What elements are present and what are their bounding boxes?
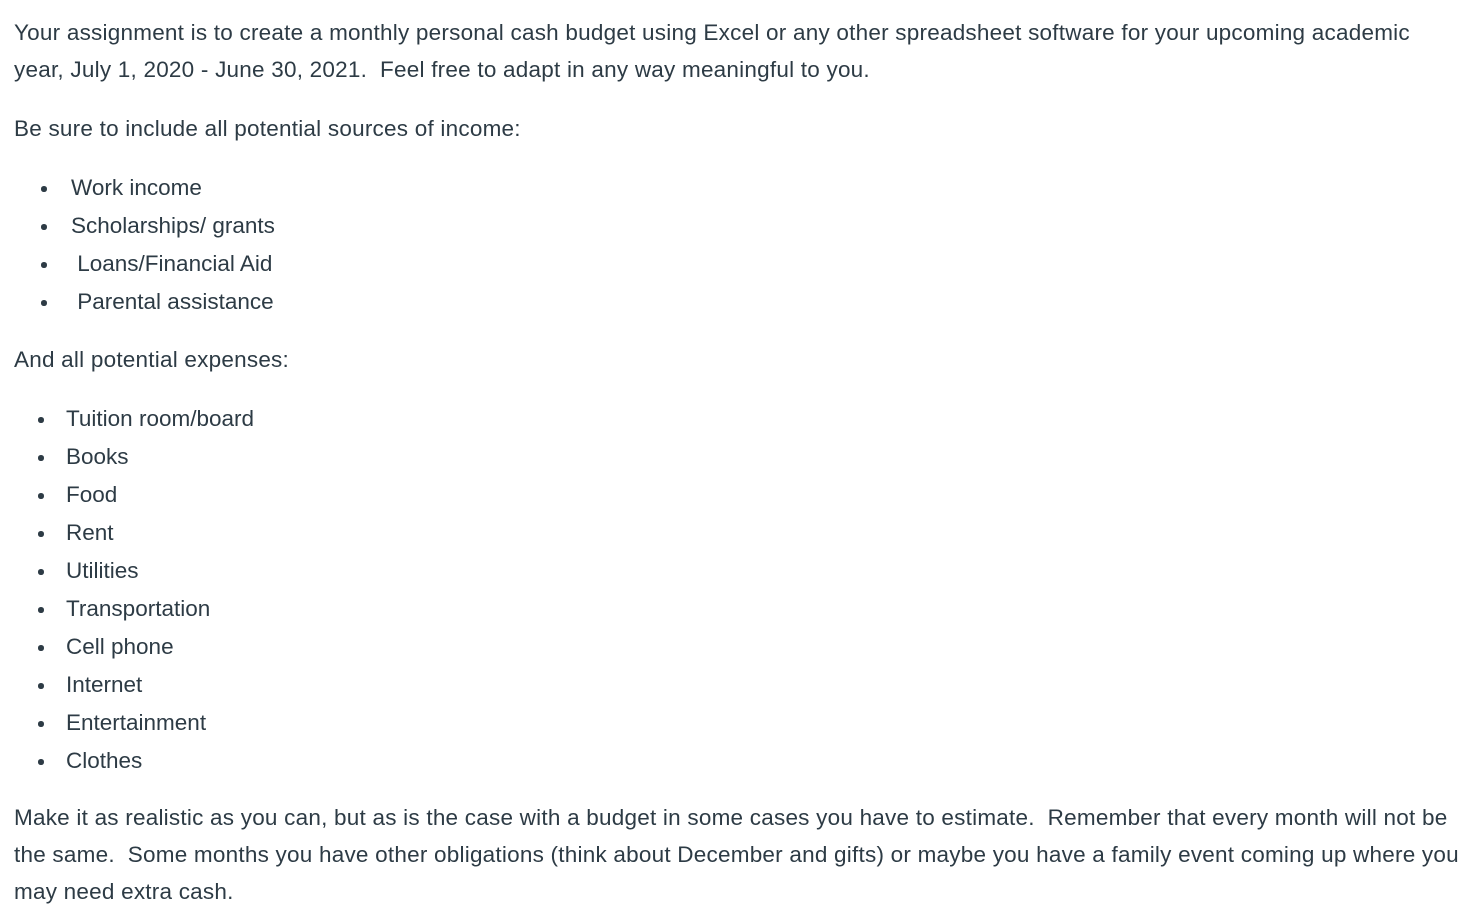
list-item: Loans/Financial Aid bbox=[14, 245, 1462, 283]
list-item: Utilities bbox=[14, 552, 1462, 590]
list-item-label: Utilities bbox=[66, 558, 139, 583]
list-item: Entertainment bbox=[14, 704, 1462, 742]
list-item-label: Internet bbox=[66, 672, 143, 697]
expenses-section-heading: And all potential expenses: bbox=[14, 347, 290, 372]
list-item: Tuition room/board bbox=[14, 400, 1462, 438]
list-item: Transportation bbox=[14, 590, 1462, 628]
list-item-label: Cell phone bbox=[66, 634, 174, 659]
list-item-label: Scholarships/ grants bbox=[71, 213, 275, 238]
list-item-label: Parental assistance bbox=[71, 289, 274, 314]
list-item: Scholarships/ grants bbox=[14, 207, 1462, 245]
expenses-list: Tuition room/board Books Food Rent Utili… bbox=[14, 400, 1462, 780]
list-item-label: Loans/Financial Aid bbox=[71, 251, 273, 276]
intro-paragraph: Your assignment is to create a monthly p… bbox=[14, 20, 1417, 82]
income-section-heading: Be sure to include all potential sources… bbox=[14, 116, 521, 141]
list-item-label: Entertainment bbox=[66, 710, 207, 735]
list-item-label: Transportation bbox=[66, 596, 211, 621]
list-item-label: Tuition room/board bbox=[66, 406, 255, 431]
list-item: Cell phone bbox=[14, 628, 1462, 666]
closing-paragraph: Make it as realistic as you can, but as … bbox=[14, 805, 1466, 904]
list-item: Parental assistance bbox=[14, 283, 1462, 321]
list-item: Books bbox=[14, 438, 1462, 476]
list-item: Work income bbox=[14, 169, 1462, 207]
list-item-label: Work income bbox=[71, 175, 202, 200]
list-item-label: Rent bbox=[66, 520, 114, 545]
list-item-label: Clothes bbox=[66, 748, 143, 773]
list-item: Rent bbox=[14, 514, 1462, 552]
list-item: Internet bbox=[14, 666, 1462, 704]
income-sources-list: Work income Scholarships/ grants Loans/F… bbox=[14, 169, 1462, 321]
assignment-description-document: Your assignment is to create a monthly p… bbox=[0, 0, 1472, 910]
list-item-label: Books bbox=[66, 444, 129, 469]
list-item: Food bbox=[14, 476, 1462, 514]
list-item-label: Food bbox=[66, 482, 118, 507]
list-item: Clothes bbox=[14, 742, 1462, 780]
